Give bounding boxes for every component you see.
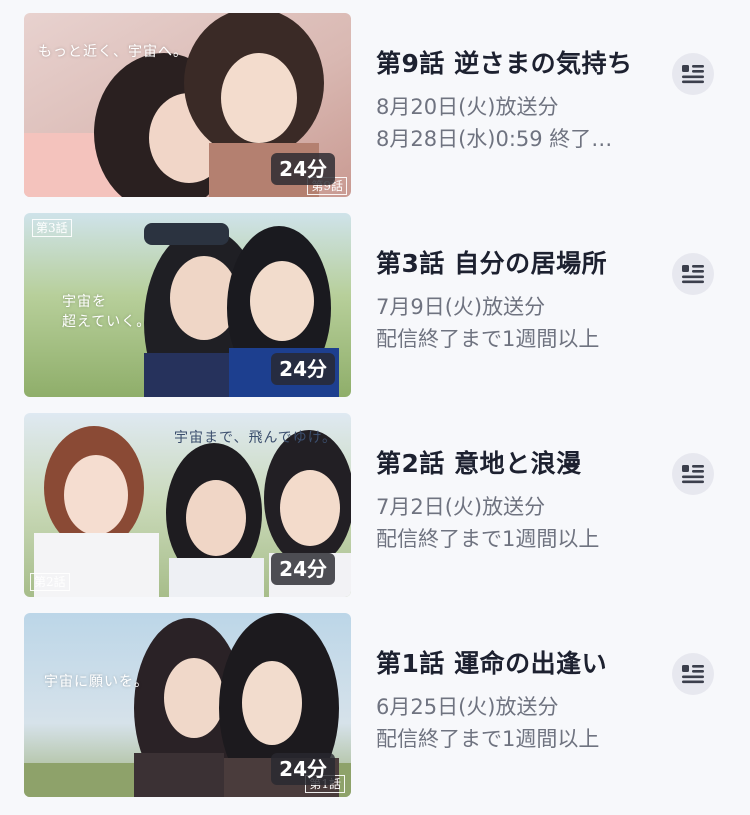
episode-row-1[interactable]: 宇宙に願いを。 第1話 24分 第1話 運命の出逢い 6月25日(火)放送分 配… — [0, 613, 750, 797]
episode-thumbnail[interactable]: もっと近く、宇宙へ。 第9話 24分 — [24, 13, 351, 197]
thumbnail-caption: 宇宙まで、飛んでゆけ。 — [174, 430, 338, 446]
thumbnail-caption-line2: 超えていく。 — [62, 314, 152, 330]
episode-thumbnail[interactable]: 宇宙まで、飛んでゆけ。 第2話 24分 — [24, 413, 351, 597]
episode-info[interactable]: 第9話 逆さまの気持ち 8月20日(火)放送分 8月28日(水)0:59 終了… — [376, 47, 666, 155]
episode-meta: 7月9日(火)放送分 配信終了まで1週間以上 — [376, 291, 666, 355]
episode-thumbnail[interactable]: 第3話 宇宙を 超えていく。 24分 — [24, 213, 351, 397]
air-date: 8月20日(火)放送分 — [376, 95, 559, 119]
episode-meta: 7月2日(火)放送分 配信終了まで1週間以上 — [376, 491, 666, 555]
episode-title[interactable]: 第9話 逆さまの気持ち — [376, 47, 666, 81]
episode-row-3[interactable]: 第3話 宇宙を 超えていく。 24分 第3話 自分の居場所 7月9日(火)放送分… — [0, 213, 750, 397]
list-detail-icon — [682, 665, 704, 684]
episode-thumbnail[interactable]: 宇宙に願いを。 第1話 24分 — [24, 613, 351, 797]
thumbnail-caption-line1: 宇宙を — [62, 294, 107, 310]
episode-row-9[interactable]: もっと近く、宇宙へ。 第9話 24分 第9話 逆さまの気持ち 8月20日(火)放… — [0, 13, 750, 197]
availability: 配信終了まで1週間以上 — [376, 527, 600, 551]
episode-title[interactable]: 第1話 運命の出逢い — [376, 647, 666, 681]
episode-info[interactable]: 第2話 意地と浪漫 7月2日(火)放送分 配信終了まで1週間以上 — [376, 447, 666, 555]
availability: 配信終了まで1週間以上 — [376, 727, 600, 751]
thumbnail-caption: もっと近く、宇宙へ。 — [38, 44, 188, 60]
duration-badge: 24分 — [271, 353, 335, 385]
episode-detail-button[interactable] — [672, 453, 714, 495]
episode-tag: 第2話 — [30, 573, 70, 591]
episode-meta: 6月25日(火)放送分 配信終了まで1週間以上 — [376, 691, 666, 755]
episode-tag: 第3話 — [32, 219, 72, 237]
air-date: 6月25日(火)放送分 — [376, 695, 559, 719]
thumbnail-caption: 宇宙に願いを。 — [44, 674, 149, 690]
episode-detail-button[interactable] — [672, 653, 714, 695]
list-detail-icon — [682, 65, 704, 84]
list-detail-icon — [682, 465, 704, 484]
episode-detail-button[interactable] — [672, 53, 714, 95]
episode-meta: 8月20日(火)放送分 8月28日(水)0:59 終了… — [376, 91, 666, 155]
episode-info[interactable]: 第1話 運命の出逢い 6月25日(火)放送分 配信終了まで1週間以上 — [376, 647, 666, 755]
duration-badge: 24分 — [271, 553, 335, 585]
episode-title[interactable]: 第3話 自分の居場所 — [376, 247, 666, 281]
air-date: 7月9日(火)放送分 — [376, 295, 546, 319]
episode-list: もっと近く、宇宙へ。 第9話 24分 第9話 逆さまの気持ち 8月20日(火)放… — [0, 0, 750, 815]
availability: 配信終了まで1週間以上 — [376, 327, 600, 351]
episode-info[interactable]: 第3話 自分の居場所 7月9日(火)放送分 配信終了まで1週間以上 — [376, 247, 666, 355]
episode-detail-button[interactable] — [672, 253, 714, 295]
episode-row-2[interactable]: 宇宙まで、飛んでゆけ。 第2話 24分 第2話 意地と浪漫 7月2日(火)放送分… — [0, 413, 750, 597]
availability: 8月28日(水)0:59 終了… — [376, 127, 613, 151]
air-date: 7月2日(火)放送分 — [376, 495, 546, 519]
duration-badge: 24分 — [271, 153, 335, 185]
list-detail-icon — [682, 265, 704, 284]
episode-title[interactable]: 第2話 意地と浪漫 — [376, 447, 666, 481]
duration-badge: 24分 — [271, 753, 335, 785]
